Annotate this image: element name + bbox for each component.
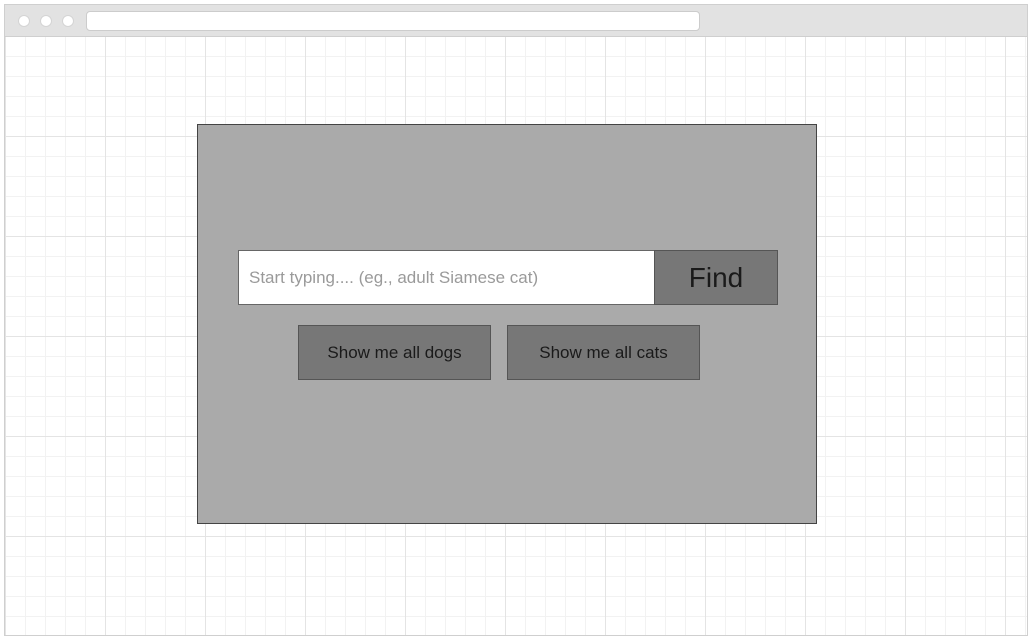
browser-window: Find Show me all dogs Show me all cats [4,4,1028,636]
window-minimize-dot-icon[interactable] [40,15,52,27]
search-panel: Find Show me all dogs Show me all cats [197,124,817,524]
window-maximize-dot-icon[interactable] [62,15,74,27]
show-all-dogs-button[interactable]: Show me all dogs [298,325,491,380]
page-viewport: Find Show me all dogs Show me all cats [5,37,1027,635]
window-close-dot-icon[interactable] [18,15,30,27]
search-input[interactable] [238,250,655,305]
address-bar[interactable] [86,11,700,31]
show-all-cats-button[interactable]: Show me all cats [507,325,700,380]
browser-titlebar [5,5,1027,37]
find-button[interactable]: Find [654,250,778,305]
